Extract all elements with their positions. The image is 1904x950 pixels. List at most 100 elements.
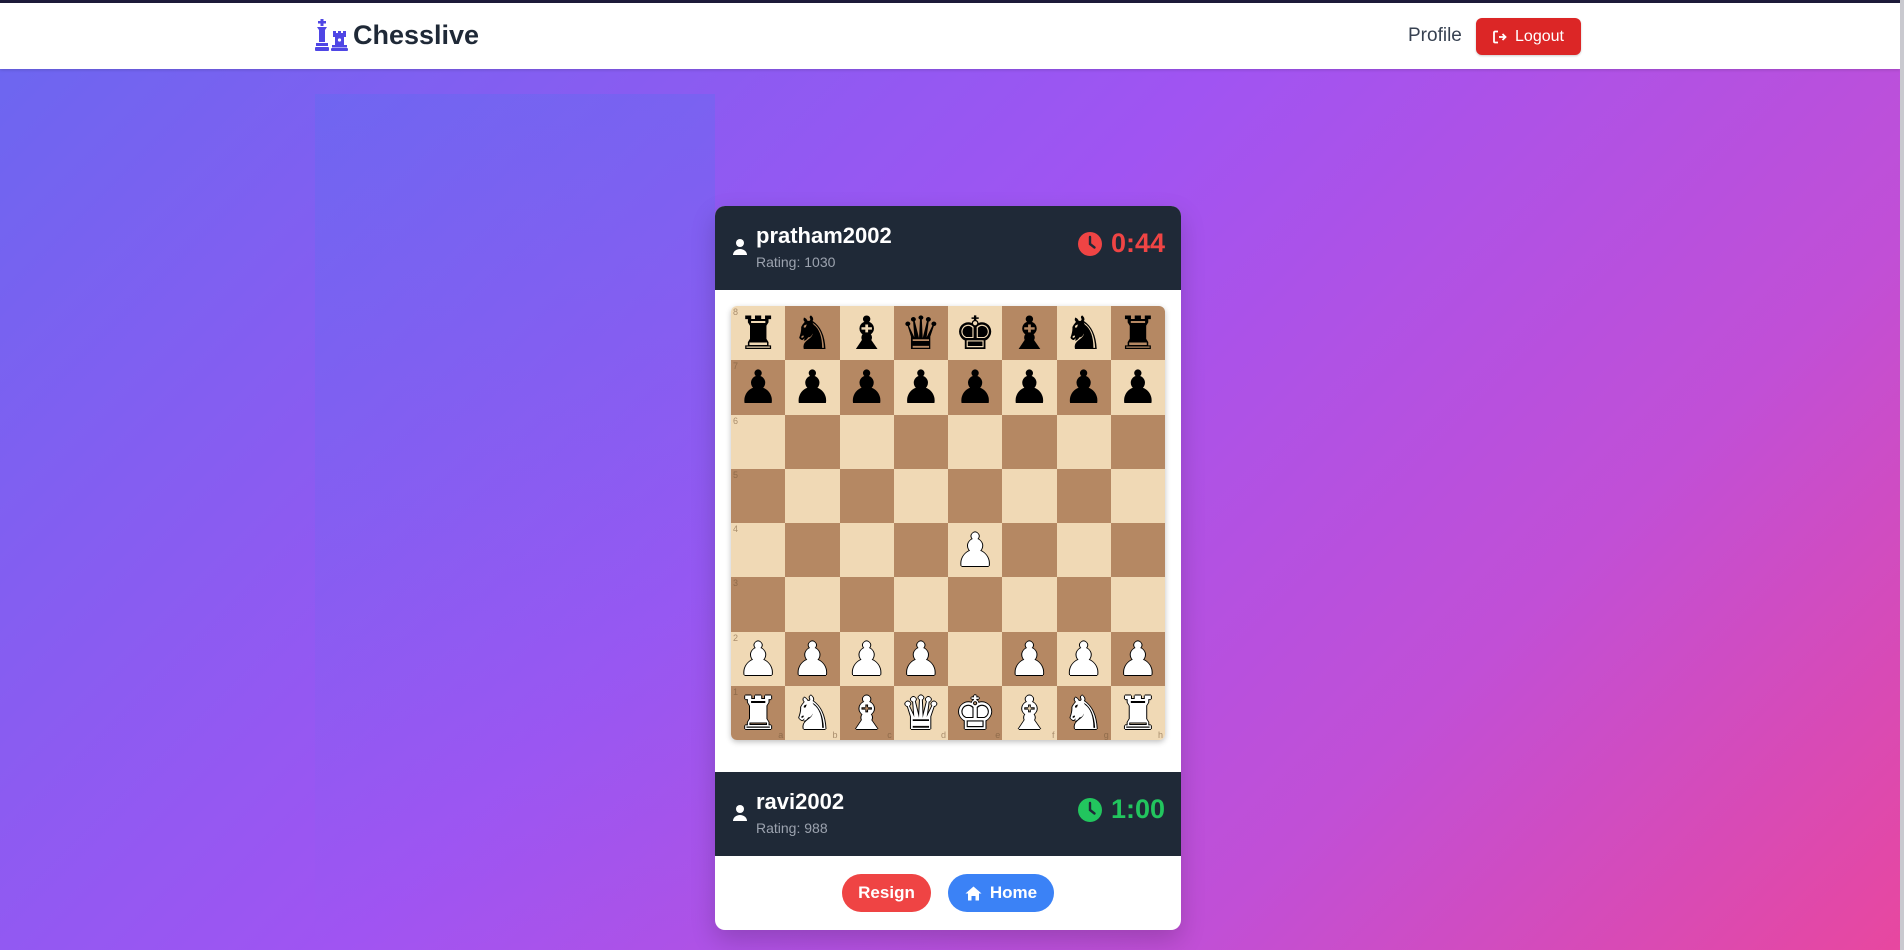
white-pawn-icon[interactable]: ♟: [846, 636, 887, 682]
square-a1[interactable]: 1 a ♜: [731, 685, 786, 740]
square-a5[interactable]: 5: [731, 468, 786, 523]
square-e4[interactable]: ♟: [948, 523, 1003, 578]
square-a2[interactable]: 2 ♟: [731, 631, 786, 686]
square-e2[interactable]: [948, 631, 1003, 686]
black-bishop-icon[interactable]: ♝: [1009, 310, 1050, 356]
square-b5[interactable]: [785, 468, 840, 523]
square-f7[interactable]: ♟: [1002, 360, 1057, 415]
square-g1[interactable]: g ♞: [1056, 685, 1111, 740]
white-pawn-icon[interactable]: ♟: [1009, 636, 1050, 682]
home-button[interactable]: Home: [948, 874, 1054, 912]
square-g7[interactable]: ♟: [1056, 360, 1111, 415]
square-d8[interactable]: ♛: [893, 306, 948, 361]
white-pawn-icon[interactable]: ♟: [738, 636, 779, 682]
square-e6[interactable]: [948, 414, 1003, 469]
black-pawn-icon[interactable]: ♟: [1009, 364, 1050, 410]
black-pawn-icon[interactable]: ♟: [1063, 364, 1104, 410]
square-g4[interactable]: [1056, 523, 1111, 578]
square-g8[interactable]: ♞: [1056, 306, 1111, 361]
square-g5[interactable]: [1056, 468, 1111, 523]
white-rook-icon[interactable]: ♜: [738, 690, 779, 736]
white-queen-icon[interactable]: ♛: [900, 690, 941, 736]
square-a4[interactable]: 4: [731, 523, 786, 578]
square-e7[interactable]: ♟: [948, 360, 1003, 415]
black-bishop-icon[interactable]: ♝: [846, 310, 887, 356]
square-c5[interactable]: [839, 468, 894, 523]
square-d6[interactable]: [893, 414, 948, 469]
white-bishop-icon[interactable]: ♝: [846, 690, 887, 736]
square-h8[interactable]: ♜: [1110, 306, 1165, 361]
square-e3[interactable]: [948, 577, 1003, 632]
square-c7[interactable]: ♟: [839, 360, 894, 415]
white-pawn-icon[interactable]: ♟: [1063, 636, 1104, 682]
square-d5[interactable]: [893, 468, 948, 523]
black-knight-icon[interactable]: ♞: [1063, 310, 1104, 356]
square-g3[interactable]: [1056, 577, 1111, 632]
square-d1[interactable]: d ♛: [893, 685, 948, 740]
square-f3[interactable]: [1002, 577, 1057, 632]
square-g2[interactable]: ♟: [1056, 631, 1111, 686]
square-c4[interactable]: [839, 523, 894, 578]
white-pawn-icon[interactable]: ♟: [900, 636, 941, 682]
square-f2[interactable]: ♟: [1002, 631, 1057, 686]
square-d7[interactable]: ♟: [893, 360, 948, 415]
white-bishop-icon[interactable]: ♝: [1009, 690, 1050, 736]
square-e1[interactable]: e ♚: [948, 685, 1003, 740]
white-pawn-icon[interactable]: ♟: [1117, 636, 1158, 682]
square-h1[interactable]: h ♜: [1110, 685, 1165, 740]
page-scrollbar[interactable]: [1900, 0, 1904, 950]
square-b6[interactable]: [785, 414, 840, 469]
square-g6[interactable]: [1056, 414, 1111, 469]
black-pawn-icon[interactable]: ♟: [792, 364, 833, 410]
square-e5[interactable]: [948, 468, 1003, 523]
square-c1[interactable]: c ♝: [839, 685, 894, 740]
white-knight-icon[interactable]: ♞: [1063, 690, 1104, 736]
square-f4[interactable]: [1002, 523, 1057, 578]
square-a8[interactable]: 8 ♜: [731, 306, 786, 361]
square-f1[interactable]: f ♝: [1002, 685, 1057, 740]
chess-board[interactable]: 8 ♜ ♞ ♝ ♛ ♚ ♝ ♞ ♜ 7 ♟ ♟ ♟ ♟ ♟ ♟ ♟ ♟ 6 5 4 ♟ 3 2 ♟ ♟ ♟ ♟ ♟ ♟ ♟ 1 a ♜ b ♞ c ♝ d ♛…: [731, 306, 1165, 740]
black-knight-icon[interactable]: ♞: [792, 310, 833, 356]
square-d2[interactable]: ♟: [893, 631, 948, 686]
square-c8[interactable]: ♝: [839, 306, 894, 361]
square-a6[interactable]: 6: [731, 414, 786, 469]
black-pawn-icon[interactable]: ♟: [846, 364, 887, 410]
resign-button[interactable]: Resign: [842, 874, 931, 912]
square-h3[interactable]: [1110, 577, 1165, 632]
square-a3[interactable]: 3: [731, 577, 786, 632]
black-rook-icon[interactable]: ♜: [1117, 310, 1158, 356]
black-pawn-icon[interactable]: ♟: [900, 364, 941, 410]
black-pawn-icon[interactable]: ♟: [1117, 364, 1158, 410]
square-f6[interactable]: [1002, 414, 1057, 469]
white-king-icon[interactable]: ♚: [955, 690, 996, 736]
black-queen-icon[interactable]: ♛: [900, 310, 941, 356]
profile-link[interactable]: Profile: [1408, 25, 1462, 47]
white-rook-icon[interactable]: ♜: [1117, 690, 1158, 736]
black-rook-icon[interactable]: ♜: [738, 310, 779, 356]
square-b2[interactable]: ♟: [785, 631, 840, 686]
black-pawn-icon[interactable]: ♟: [738, 364, 779, 410]
square-d4[interactable]: [893, 523, 948, 578]
square-b4[interactable]: [785, 523, 840, 578]
black-king-icon[interactable]: ♚: [955, 310, 996, 356]
white-knight-icon[interactable]: ♞: [792, 690, 833, 736]
square-f5[interactable]: [1002, 468, 1057, 523]
square-h7[interactable]: ♟: [1110, 360, 1165, 415]
black-pawn-icon[interactable]: ♟: [955, 364, 996, 410]
square-b7[interactable]: ♟: [785, 360, 840, 415]
logout-button[interactable]: Logout: [1476, 18, 1581, 55]
square-b3[interactable]: [785, 577, 840, 632]
square-c2[interactable]: ♟: [839, 631, 894, 686]
square-c3[interactable]: [839, 577, 894, 632]
white-pawn-icon[interactable]: ♟: [792, 636, 833, 682]
square-h2[interactable]: ♟: [1110, 631, 1165, 686]
square-b1[interactable]: b ♞: [785, 685, 840, 740]
square-h6[interactable]: [1110, 414, 1165, 469]
square-b8[interactable]: ♞: [785, 306, 840, 361]
square-h4[interactable]: [1110, 523, 1165, 578]
square-d3[interactable]: [893, 577, 948, 632]
square-h5[interactable]: [1110, 468, 1165, 523]
square-e8[interactable]: ♚: [948, 306, 1003, 361]
square-f8[interactable]: ♝: [1002, 306, 1057, 361]
square-a7[interactable]: 7 ♟: [731, 360, 786, 415]
